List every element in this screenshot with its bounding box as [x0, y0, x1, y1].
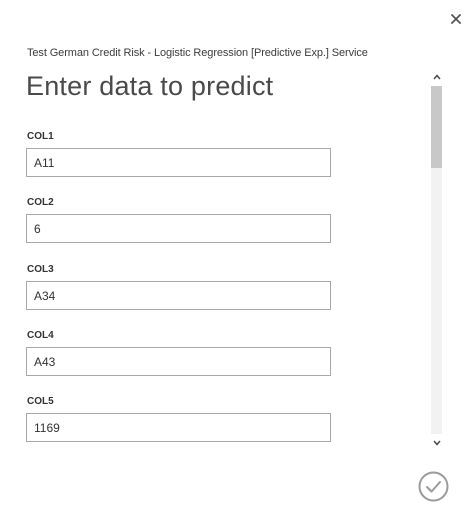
scroll-up-button[interactable]: [429, 70, 444, 84]
col1-input[interactable]: [26, 148, 331, 177]
submit-button[interactable]: [418, 471, 449, 502]
scroll-track[interactable]: [431, 86, 442, 434]
field-label-col3: COL3: [27, 264, 54, 275]
close-button[interactable]: [447, 10, 465, 28]
field-label-col5: COL5: [27, 396, 54, 407]
scroll-down-button[interactable]: [429, 436, 444, 450]
col3-input[interactable]: [26, 281, 331, 310]
chevron-up-icon: [432, 74, 441, 80]
col2-input[interactable]: [26, 214, 331, 243]
field-label-col2: COL2: [27, 197, 54, 208]
chevron-down-icon: [432, 440, 441, 446]
page-title: Enter data to predict: [26, 71, 274, 101]
checkmark-circle-icon: [418, 471, 449, 502]
service-title: Test German Credit Risk - Logistic Regre…: [27, 47, 368, 59]
col5-input[interactable]: [26, 413, 331, 442]
field-label-col1: COL1: [27, 131, 54, 142]
vertical-scrollbar[interactable]: [429, 70, 444, 450]
scroll-thumb[interactable]: [431, 86, 442, 168]
col4-input[interactable]: [26, 347, 331, 376]
close-icon: [451, 14, 461, 24]
field-label-col4: COL4: [27, 330, 54, 341]
